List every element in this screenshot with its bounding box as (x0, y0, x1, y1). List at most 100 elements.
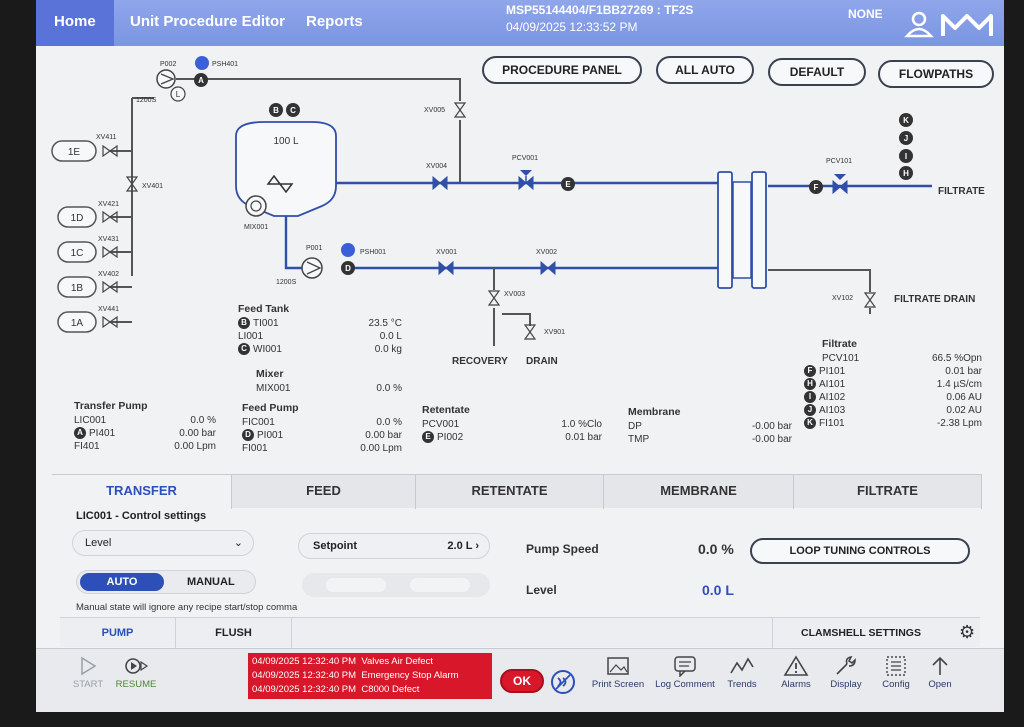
membrane-module[interactable] (717, 171, 767, 289)
valve-xv003[interactable] (488, 290, 500, 306)
source-1a[interactable]: 1A (57, 311, 97, 333)
tab-reports[interactable]: Reports (288, 0, 381, 46)
mode-select[interactable]: Level ⌄ (72, 530, 254, 556)
svg-text:1200S: 1200S (136, 97, 157, 104)
source-1b[interactable]: 1B (57, 276, 97, 298)
valve-xv001[interactable] (438, 261, 454, 275)
alarms-button[interactable]: Alarms (774, 649, 818, 709)
mixer-motor-icon[interactable] (245, 195, 267, 217)
bottom-toolbar: START RESUME 04/09/2025 12:32:40 PM Valv… (36, 648, 1004, 712)
resume-button[interactable]: RESUME (114, 649, 158, 709)
psh401-indicator (195, 56, 209, 70)
alarm-row: 04/09/2025 12:32:40 PM C8000 Defect (252, 684, 420, 695)
panel-filtrate: Filtrate PCV101 66.5 %Opn F PI101 0.01 bar … (804, 338, 982, 430)
level-label: Level (526, 583, 557, 597)
valve-xv901[interactable] (524, 324, 536, 340)
open-button[interactable]: Open (920, 649, 960, 709)
valve-pcv101[interactable] (832, 174, 848, 194)
svg-text:100 L: 100 L (273, 136, 298, 147)
tab-home[interactable]: Home (36, 0, 114, 46)
svg-text:J: J (904, 134, 908, 143)
trends-button[interactable]: Trends (720, 649, 764, 709)
chevron-right-icon: › (475, 540, 479, 552)
config-icon (886, 656, 906, 676)
hmi-screen: Home Unit Procedure Editor Reports MSP55… (36, 0, 1004, 712)
svg-text:MIX001: MIX001 (244, 224, 268, 231)
panel-feed-tank: Feed Tank B TI001 23.5 °C LI001 0.0 L C WI00… (238, 303, 402, 356)
valve-pcv001[interactable] (518, 170, 534, 190)
panel-feed-pump: Feed Pump FIC001 0.0 % D PI001 0.00 bar FI0… (242, 402, 402, 454)
svg-text:P002: P002 (160, 61, 176, 68)
level-indicator-letter: L (176, 90, 181, 99)
top-bar: Home Unit Procedure Editor Reports MSP55… (36, 0, 1004, 46)
badge-b-letter: B (273, 106, 279, 115)
pump-p001[interactable] (301, 257, 323, 279)
start-button[interactable]: START (70, 649, 106, 709)
svg-text:XV003: XV003 (504, 291, 525, 298)
svg-text:PCV001: PCV001 (512, 155, 538, 162)
log-comment-button[interactable]: Log Comment (652, 649, 718, 709)
svg-text:XV005: XV005 (424, 107, 445, 114)
badge-f-letter: F (814, 183, 819, 192)
svg-text:PSH401: PSH401 (212, 61, 238, 68)
clamshell-settings-button[interactable]: CLAMSHELL SETTINGS ⚙ (772, 618, 980, 648)
pump-speed-label: Pump Speed (526, 542, 599, 556)
comment-icon (674, 656, 696, 677)
panel-transfer-pump: Transfer Pump LIC001 0.0 % A PI401 0.00 bar… (74, 400, 216, 452)
svg-text:1200S: 1200S (276, 279, 297, 286)
subtab-pump[interactable]: PUMP (60, 618, 176, 648)
datetime: 04/09/2025 12:33:52 PM (506, 20, 638, 34)
badge-d-letter: D (345, 264, 351, 273)
source-1c[interactable]: 1C (57, 241, 97, 263)
gear-icon: ⚙ (959, 622, 976, 642)
alarm-row: 04/09/2025 12:32:40 PM Valves Air Defect (252, 656, 433, 667)
source-1e[interactable]: 1E (51, 140, 97, 162)
auto-manual-toggle[interactable]: AUTO MANUAL (76, 570, 256, 594)
badge-a-letter: A (198, 76, 204, 85)
print-screen-icon (607, 657, 629, 675)
setpoint-field[interactable]: Setpoint 2.0 L › (298, 533, 490, 559)
svg-text:XV431: XV431 (98, 236, 119, 243)
tab-retentate[interactable]: RETENTATE (416, 475, 604, 509)
user-icon[interactable] (904, 10, 934, 38)
tab-transfer[interactable]: TRANSFER (52, 475, 232, 509)
brand-logo-icon (941, 14, 993, 36)
svg-text:1B: 1B (71, 283, 84, 294)
tab-membrane[interactable]: MEMBRANE (604, 475, 794, 509)
svg-text:K: K (903, 116, 909, 125)
config-button[interactable]: Config (874, 649, 918, 709)
manual-option[interactable]: MANUAL (187, 573, 235, 591)
section-tabs: TRANSFER FEED RETENTATE MEMBRANE FILTRAT… (52, 474, 982, 509)
source-1d[interactable]: 1D (57, 206, 97, 228)
trends-icon (730, 657, 754, 674)
valve-xv004[interactable] (432, 176, 448, 190)
badge-e-letter: E (565, 180, 571, 189)
loop-tuning-controls-button[interactable]: LOOP TUNING CONTROLS (750, 538, 970, 564)
svg-text:XV901: XV901 (544, 329, 565, 336)
tab-unit-procedure-editor[interactable]: Unit Procedure Editor (112, 0, 303, 46)
valve-xv102[interactable] (864, 292, 876, 308)
mute-alarm-icon[interactable] (550, 669, 576, 695)
panel-retentate: Retentate PCV001 1.0 %Clo E PI002 0.01 bar (422, 404, 602, 444)
start-stop-disabled-toggle (302, 573, 490, 597)
pump-p002[interactable] (156, 69, 176, 89)
alarm-banner[interactable]: 04/09/2025 12:32:40 PM Valves Air Defect… (248, 653, 492, 699)
valve-xv005[interactable] (454, 102, 466, 118)
warning-icon (783, 655, 809, 676)
svg-text:XV402: XV402 (98, 271, 119, 278)
auto-option[interactable]: AUTO (80, 573, 164, 591)
tab-feed[interactable]: FEED (232, 475, 416, 509)
alarm-row: 04/09/2025 12:32:40 PM Emergency Stop Al… (252, 670, 459, 681)
svg-text:I: I (905, 152, 907, 161)
display-button[interactable]: Display (824, 649, 868, 709)
wrench-icon (836, 655, 856, 675)
svg-text:XV401: XV401 (142, 183, 163, 190)
svg-text:H: H (903, 169, 909, 178)
svg-text:1A: 1A (71, 318, 84, 329)
control-settings-title: LIC001 - Control settings (76, 510, 207, 522)
valve-xv002[interactable] (540, 261, 556, 275)
print-screen-button[interactable]: Print Screen (588, 649, 648, 709)
subtab-flush[interactable]: FLUSH (176, 618, 292, 648)
tab-filtrate[interactable]: FILTRATE (794, 475, 982, 509)
ok-button[interactable]: OK (500, 669, 544, 693)
